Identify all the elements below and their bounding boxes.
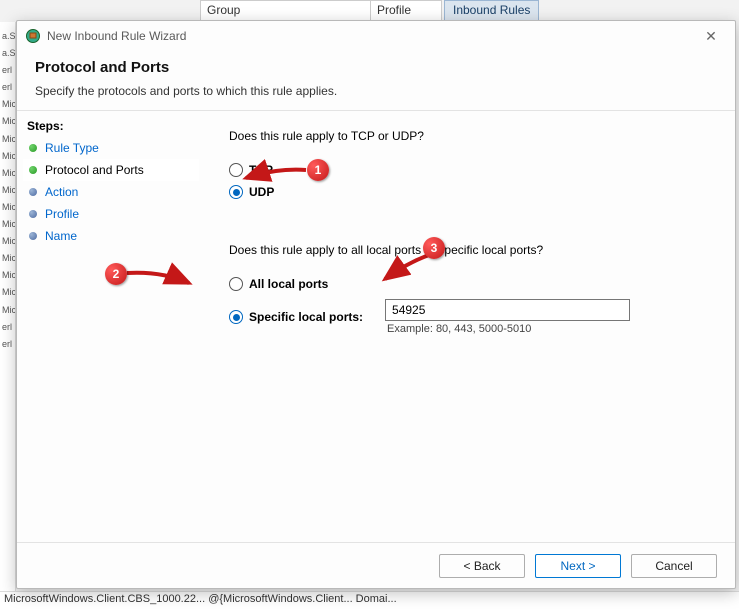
back-button[interactable]: < Back bbox=[439, 554, 525, 578]
bg-left-strip: a.Sia.SierlerlMicMicMicMicMicMicMicMicMi… bbox=[0, 22, 16, 591]
page-title: Protocol and Ports bbox=[35, 59, 717, 76]
step-label: Name bbox=[45, 229, 77, 243]
port-input[interactable] bbox=[385, 299, 630, 321]
radio-specific-ports-label: Specific local ports: bbox=[249, 310, 363, 324]
step-profile[interactable]: Profile bbox=[23, 203, 199, 225]
bullet-icon bbox=[29, 166, 37, 174]
firewall-icon bbox=[25, 28, 41, 44]
port-example: Example: 80, 443, 5000-5010 bbox=[385, 321, 630, 335]
close-icon: ✕ bbox=[705, 28, 717, 45]
bullet-icon bbox=[29, 232, 37, 240]
radio-all-ports-row[interactable]: All local ports bbox=[229, 273, 711, 295]
titlebar-text: New Inbound Rule Wizard bbox=[47, 29, 186, 43]
step-label: Protocol and Ports bbox=[45, 163, 144, 177]
bg-col-group: Group bbox=[200, 0, 370, 22]
step-rule-type[interactable]: Rule Type bbox=[23, 137, 199, 159]
step-action[interactable]: Action bbox=[23, 181, 199, 203]
callout-2: 2 bbox=[105, 263, 127, 285]
arrow-1 bbox=[241, 166, 311, 189]
dialog-footer: < Back Next > Cancel bbox=[17, 542, 735, 588]
bg-col-profile: Profile bbox=[370, 0, 442, 22]
question-protocol: Does this rule apply to TCP or UDP? bbox=[229, 129, 711, 143]
wizard-dialog: New Inbound Rule Wizard ✕ Protocol and P… bbox=[16, 20, 736, 589]
content-pane: Does this rule apply to TCP or UDP? TCP … bbox=[199, 111, 735, 542]
step-label: Rule Type bbox=[45, 141, 99, 155]
step-label: Action bbox=[45, 185, 78, 199]
bg-tab-inbound: Inbound Rules bbox=[444, 0, 539, 22]
cancel-button[interactable]: Cancel bbox=[631, 554, 717, 578]
next-button[interactable]: Next > bbox=[535, 554, 621, 578]
bg-status-bar: MicrosoftWindows.Client.CBS_1000.22... @… bbox=[0, 591, 739, 609]
callout-3: 3 bbox=[423, 237, 445, 259]
radio-all-ports[interactable] bbox=[229, 277, 243, 291]
step-protocol-ports[interactable]: Protocol and Ports bbox=[23, 159, 199, 181]
step-label: Profile bbox=[45, 207, 79, 221]
bullet-icon bbox=[29, 210, 37, 218]
bullet-icon bbox=[29, 188, 37, 196]
question-ports: Does this rule apply to all local ports … bbox=[229, 243, 711, 257]
titlebar: New Inbound Rule Wizard ✕ bbox=[17, 21, 735, 51]
callout-1: 1 bbox=[307, 159, 329, 181]
steps-sidebar: Steps: Rule Type Protocol and Ports Acti… bbox=[17, 111, 199, 542]
radio-specific-ports-row[interactable]: Specific local ports: bbox=[229, 310, 363, 324]
radio-all-ports-label: All local ports bbox=[249, 277, 328, 291]
dialog-header: Protocol and Ports Specify the protocols… bbox=[17, 51, 735, 111]
step-name[interactable]: Name bbox=[23, 225, 199, 247]
page-subtitle: Specify the protocols and ports to which… bbox=[35, 84, 717, 98]
arrow-2 bbox=[127, 267, 197, 294]
bullet-icon bbox=[29, 144, 37, 152]
steps-label: Steps: bbox=[23, 117, 199, 137]
close-button[interactable]: ✕ bbox=[691, 23, 731, 49]
radio-specific-ports[interactable] bbox=[229, 310, 243, 324]
